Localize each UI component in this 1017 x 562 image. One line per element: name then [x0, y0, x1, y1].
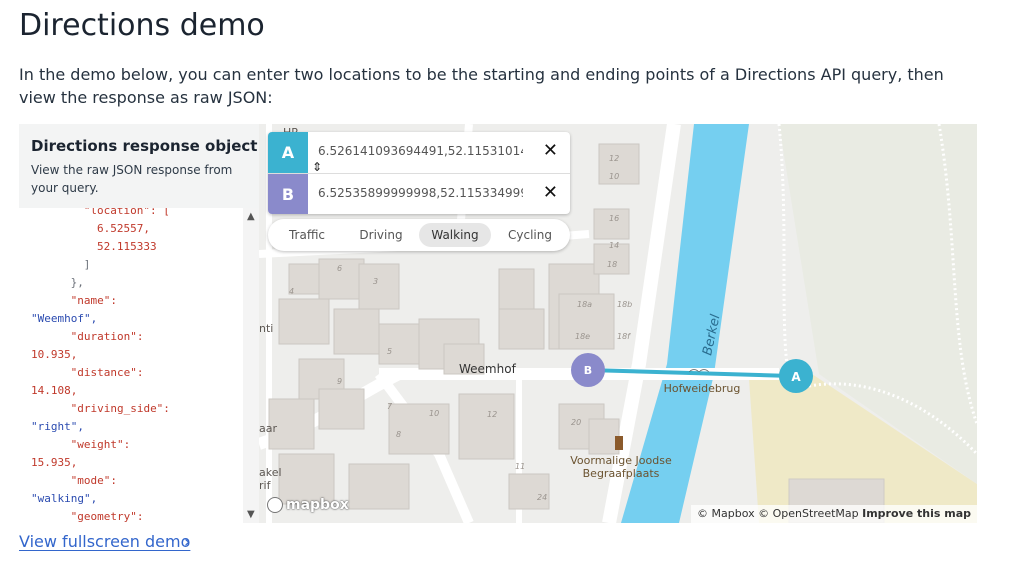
json-code-line: 15.935,	[31, 456, 78, 469]
map-canvas[interactable]: ⌒⌒ 6 4 3 5 7 9 11 10 12 20 24 8 18a 18b 18e 18f 16 14 12 10…	[259, 124, 977, 523]
json-code-line: "geometry":	[70, 510, 144, 523]
scroll-up-icon[interactable]: ▲	[247, 212, 255, 222]
mapbox-logo-text: mapbox	[286, 497, 349, 513]
json-panel-description: View the raw JSON response from your que…	[31, 163, 233, 195]
json-code-line: "distance":	[70, 366, 144, 379]
cemetery-icon	[615, 436, 623, 450]
destination-input[interactable]	[318, 186, 523, 200]
json-code-line: "right",	[31, 420, 84, 433]
building	[388, 403, 450, 455]
json-panel-header: Directions response object View the raw …	[19, 124, 259, 208]
json-code-line: 6.52557,	[97, 222, 150, 235]
json-code-line: },	[70, 276, 84, 289]
map-attribution: © Mapbox © OpenStreetMap Improve this ma…	[691, 505, 977, 523]
building	[358, 263, 400, 310]
json-code-line: "mode":	[70, 474, 117, 487]
view-fullscreen-link[interactable]: View fullscreen demo	[19, 532, 190, 551]
building	[278, 298, 330, 345]
origin-input[interactable]	[318, 144, 523, 158]
building	[318, 258, 365, 300]
scroll-down-icon[interactable]: ▼	[247, 510, 255, 520]
clear-destination-icon[interactable]: ✕	[543, 182, 558, 203]
json-code-block[interactable]: "location": [6.52557, 52.115333]}, "name":…	[31, 202, 241, 523]
building	[458, 393, 515, 460]
json-code-line: "Weemhof",	[31, 312, 98, 325]
profile-switcher: Traffic Driving Walking Cycling	[268, 219, 570, 251]
building	[593, 208, 630, 240]
json-code-line: 14.108,	[31, 384, 78, 397]
json-code-line: "duration":	[70, 330, 144, 343]
building	[443, 343, 485, 375]
building	[508, 473, 550, 510]
json-code-line: "weight":	[70, 438, 131, 451]
mapbox-logo[interactable]: mapbox	[267, 497, 349, 517]
json-panel-title: Directions response object	[31, 137, 258, 155]
profile-driving-button[interactable]: Driving	[346, 223, 416, 247]
chevron-right-icon: ›	[184, 532, 191, 551]
building	[558, 293, 615, 350]
page-title: Directions demo	[19, 8, 265, 43]
building	[333, 308, 380, 355]
origin-label: A	[268, 132, 308, 173]
bridge-icon: ⌒⌒	[689, 369, 709, 381]
building	[498, 268, 535, 310]
intro-text: In the demo below, you can enter two loc…	[19, 65, 944, 107]
building	[588, 418, 620, 455]
marker-b-icon[interactable]	[571, 353, 605, 387]
swap-icon[interactable]: ⇕	[312, 160, 322, 174]
clear-origin-icon[interactable]: ✕	[543, 140, 558, 161]
building	[268, 398, 315, 450]
marker-a-icon[interactable]	[779, 359, 813, 393]
building	[593, 243, 630, 275]
destination-row: B ✕	[268, 173, 570, 214]
directions-demo: Directions response object View the raw …	[19, 124, 977, 523]
json-code-line: 10.935,	[31, 348, 78, 361]
json-scrollbar[interactable]: ▲ ▼	[243, 208, 259, 523]
destination-label: B	[268, 174, 308, 214]
profile-cycling-button[interactable]: Cycling	[496, 223, 564, 247]
improve-map-link[interactable]: Improve this map	[862, 507, 971, 520]
json-response-panel: Directions response object View the raw …	[19, 124, 259, 523]
json-code-line: ]	[83, 258, 91, 271]
profile-traffic-button[interactable]: Traffic	[272, 223, 342, 247]
json-code-line: "walking",	[31, 492, 98, 505]
json-code-line: "name":	[70, 294, 117, 307]
building	[598, 143, 640, 185]
json-code-line: 52.115333	[97, 240, 157, 253]
profile-walking-button[interactable]: Walking	[419, 223, 491, 247]
building	[318, 388, 365, 430]
building	[348, 463, 410, 510]
building	[498, 308, 545, 350]
attribution-text[interactable]: © Mapbox © OpenStreetMap	[697, 507, 859, 520]
json-code-line: "driving_side":	[70, 402, 170, 415]
mapbox-logo-icon	[267, 497, 283, 513]
